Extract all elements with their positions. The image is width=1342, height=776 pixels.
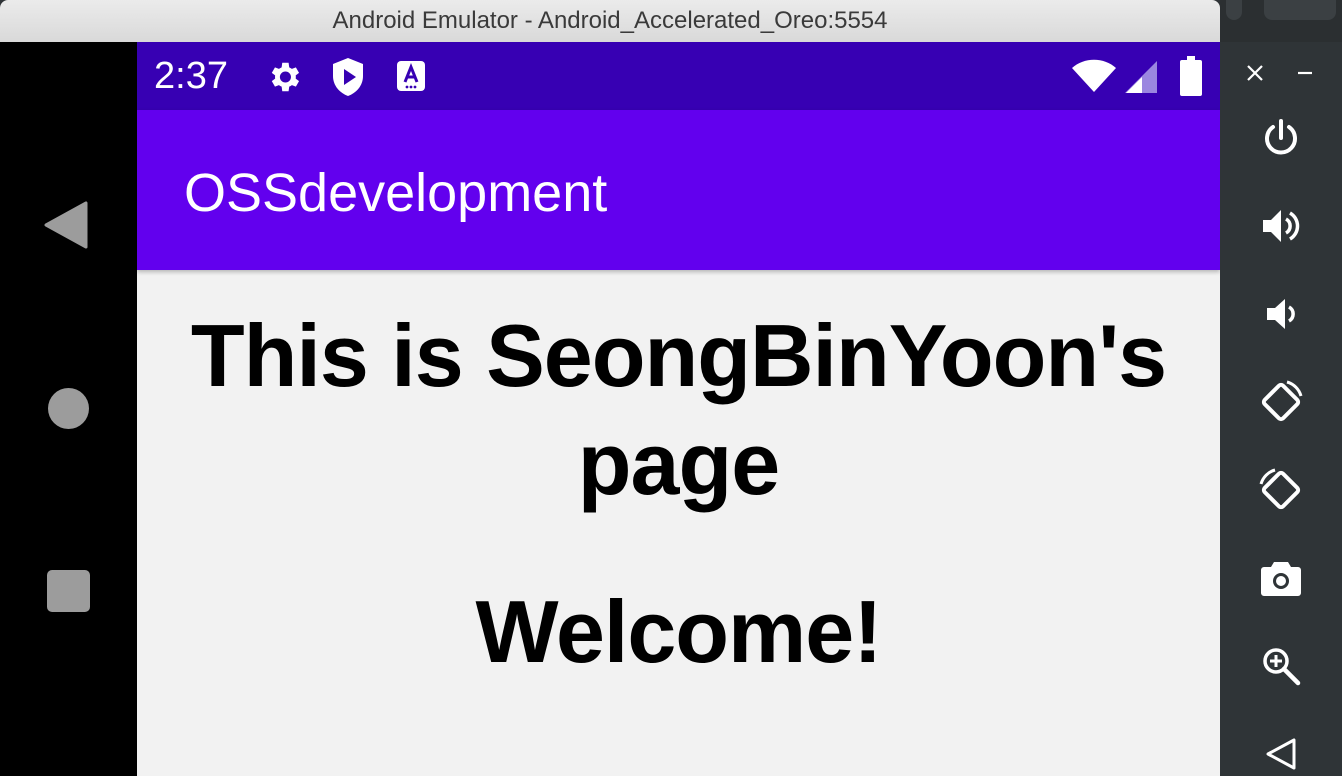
emulator-window: Android Emulator - Android_Accelerated_O… bbox=[0, 0, 1220, 776]
gear-icon bbox=[265, 58, 303, 101]
main-content: This is SeongBinYoon's page Welcome! bbox=[137, 270, 1220, 776]
app-bar: OSSdevelopment bbox=[137, 110, 1220, 270]
welcome-text: Welcome! bbox=[475, 582, 882, 681]
emulator-toolbar bbox=[1220, 42, 1342, 776]
minimize-icon[interactable] bbox=[1244, 58, 1342, 88]
page-heading: This is SeongBinYoon's page bbox=[190, 306, 1167, 513]
back-icon[interactable] bbox=[1220, 732, 1342, 776]
window-control-fragment bbox=[1264, 0, 1336, 20]
device-screen: 2:37 OSSdevelopment This is SeongBinYoon… bbox=[137, 42, 1220, 776]
volume-up-icon[interactable] bbox=[1220, 202, 1342, 250]
camera-icon[interactable] bbox=[1220, 554, 1342, 602]
toolbar-top-strip bbox=[1220, 0, 1342, 42]
status-bar: 2:37 bbox=[137, 42, 1220, 110]
navigation-bar bbox=[0, 42, 137, 776]
window-titlebar[interactable]: Android Emulator - Android_Accelerated_O… bbox=[0, 0, 1220, 43]
window-control-fragment bbox=[1226, 0, 1242, 20]
power-icon[interactable] bbox=[1220, 114, 1342, 162]
recents-icon[interactable] bbox=[47, 570, 90, 612]
rotate-right-icon[interactable] bbox=[1220, 464, 1342, 516]
app-title: OSSdevelopment bbox=[184, 163, 608, 223]
volume-down-icon[interactable] bbox=[1220, 290, 1342, 338]
zoom-icon[interactable] bbox=[1220, 642, 1342, 690]
status-time: 2:37 bbox=[154, 55, 228, 97]
back-icon[interactable] bbox=[44, 200, 88, 255]
wifi-icon bbox=[1071, 58, 1117, 99]
play-protect-icon bbox=[331, 57, 365, 102]
window-title: Android Emulator - Android_Accelerated_O… bbox=[332, 7, 888, 34]
home-icon[interactable] bbox=[48, 388, 89, 429]
cell-signal-icon bbox=[1124, 60, 1158, 99]
accessibility-a-icon bbox=[396, 60, 426, 97]
rotate-left-icon[interactable] bbox=[1220, 376, 1342, 428]
